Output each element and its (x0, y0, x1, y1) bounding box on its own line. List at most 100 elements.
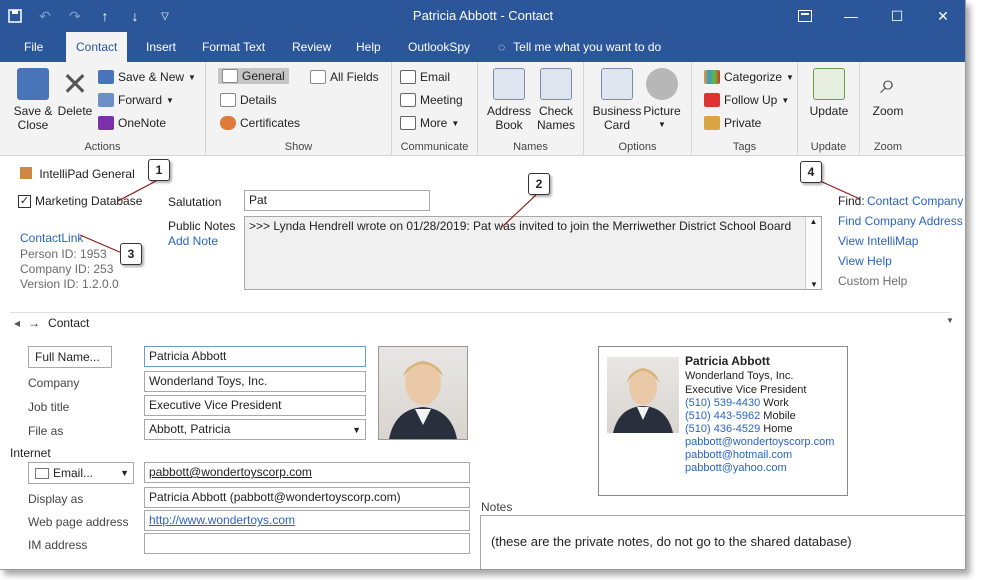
delete-button[interactable]: ✕ Delete (56, 68, 94, 118)
more-button[interactable]: More ▼ (400, 116, 459, 130)
general-button[interactable]: General (218, 68, 289, 84)
save-new-button[interactable]: Save & New ▼ (98, 70, 196, 84)
card-email-2[interactable]: pabbott@hotmail.com (685, 449, 792, 461)
update-icon (813, 68, 845, 100)
business-card-preview[interactable]: Patricia Abbott Wonderland Toys, Inc. Ex… (598, 346, 848, 496)
ribbon-display-icon[interactable] (782, 0, 828, 32)
address-book-button[interactable]: Address Book (486, 68, 532, 132)
tab-help[interactable]: Help (346, 32, 391, 62)
card-email-3[interactable]: pabbott@yahoo.com (685, 462, 787, 474)
file-as-select[interactable]: Abbott, Patricia ▼ (144, 419, 366, 440)
company-input[interactable]: Wonderland Toys, Inc. (144, 371, 366, 392)
internet-label: Internet (10, 446, 51, 460)
follow-up-button[interactable]: Follow Up ▼ (704, 93, 789, 107)
card-email-1[interactable]: pabbott@wondertoyscorp.com (685, 436, 834, 448)
tab-contact[interactable]: Contact (66, 32, 128, 62)
save-close-button[interactable]: Save & Close (8, 68, 58, 132)
group-update: Update Update (798, 62, 860, 156)
all-fields-button[interactable]: All Fields (310, 70, 379, 84)
find-company-address-link[interactable]: Find Company Address (838, 214, 963, 228)
custom-help-link[interactable]: Custom Help (838, 274, 907, 288)
tab-outlookspy[interactable]: OutlookSpy (398, 32, 480, 62)
chevron-down-icon: ▼ (658, 120, 666, 129)
add-note-link[interactable]: Add Note (168, 234, 218, 248)
public-notes-label: Public Notes (168, 219, 236, 233)
group-actions: Save & Close ✕ Delete Save & New ▼ Forwa… (0, 62, 206, 156)
tab-insert[interactable]: Insert (136, 32, 186, 62)
business-card-button[interactable]: Business Card (590, 68, 644, 132)
display-as-input[interactable]: Patricia Abbott (pabbott@wondertoyscorp.… (144, 487, 470, 508)
address-book-icon (493, 68, 525, 100)
job-title-input[interactable]: Executive Vice President (144, 395, 366, 416)
zoom-button[interactable]: ⌕ Zoom (866, 68, 910, 118)
salutation-label: Salutation (168, 195, 222, 209)
lightbulb-icon: ◌ (498, 40, 506, 54)
group-label-options: Options (618, 141, 657, 153)
card-phone-work: (510) 539-4430 Work (685, 397, 789, 409)
card-icon (35, 467, 49, 479)
certificates-button[interactable]: Certificates (220, 116, 300, 130)
person-photo-icon (613, 368, 673, 433)
group-label-tags: Tags (732, 141, 757, 153)
email-input[interactable]: pabbott@wondertoyscorp.com (144, 462, 470, 483)
salutation-input[interactable]: Pat (244, 190, 430, 211)
private-button[interactable]: Private (704, 116, 761, 130)
scroll-up-icon[interactable]: ▲ (806, 217, 821, 226)
marketing-db-checkbox[interactable]: ✓ Marketing Database (18, 194, 142, 208)
group-label-show: Show (284, 141, 313, 153)
contactlink-link[interactable]: ContactLink (20, 231, 83, 245)
maximize-icon[interactable]: ☐ (874, 0, 920, 32)
forward-button[interactable]: Forward ▼ (98, 93, 174, 107)
tab-file[interactable]: File (14, 32, 53, 62)
picture-button[interactable]: Picture ▼ (642, 68, 682, 132)
find-company-link[interactable]: Company (912, 194, 963, 208)
forward-arrow-icon[interactable]: → (28, 316, 40, 330)
minimize-icon[interactable]: — (828, 0, 874, 32)
callout-1: 1 (148, 159, 170, 181)
view-help-link[interactable]: View Help (838, 254, 892, 268)
im-address-label: IM address (28, 538, 88, 552)
contact-section-header: ◂ → Contact (14, 316, 90, 330)
collapse-icon[interactable]: ▼ (946, 316, 954, 325)
categorize-button[interactable]: Categorize ▼ (704, 70, 794, 84)
contact-photo[interactable] (378, 346, 468, 440)
public-notes-textarea[interactable]: >>> Lynda Hendrell wrote on 01/28/2019: … (244, 216, 822, 290)
chevron-down-icon: ▼ (781, 95, 790, 105)
scroll-down-icon[interactable]: ▼ (806, 280, 822, 289)
find-contact-link[interactable]: Contact (867, 194, 908, 208)
onenote-button[interactable]: OneNote (98, 116, 166, 130)
full-name-input[interactable]: Patricia Abbott (144, 346, 366, 367)
meeting-button[interactable]: Meeting (400, 93, 463, 107)
group-label-actions: Actions (84, 141, 121, 153)
full-name-button[interactable]: Full Name... (28, 346, 112, 368)
details-icon (220, 93, 236, 107)
group-label-names: Names (513, 141, 548, 153)
notes-textarea[interactable]: (these are the private notes, do not go … (480, 515, 965, 569)
tab-review[interactable]: Review (282, 32, 341, 62)
tab-format-text[interactable]: Format Text (192, 32, 275, 62)
card-title: Executive Vice President (685, 384, 807, 396)
version-id: Version ID: 1.2.0.0 (20, 277, 119, 291)
delete-icon: ✕ (61, 66, 89, 102)
im-address-input[interactable] (144, 533, 470, 554)
save-close-icon (17, 68, 49, 100)
group-tags: Categorize ▼ Follow Up ▼ Private Tags (692, 62, 798, 156)
email-dropdown-button[interactable]: Email... ▼ (28, 462, 134, 484)
check-names-button[interactable]: Check Names (534, 68, 578, 132)
tell-me-box[interactable]: ◌ Tell me what you want to do (498, 32, 661, 62)
callout-2: 2 (528, 173, 550, 195)
categorize-icon (704, 70, 720, 84)
chevron-down-icon: ▼ (188, 72, 196, 82)
magnifier-icon: ⌕ (880, 68, 896, 99)
card-phone-mobile: (510) 443-5962 Mobile (685, 410, 796, 422)
update-button[interactable]: Update (806, 68, 852, 118)
close-icon[interactable]: ✕ (920, 0, 965, 32)
email-button[interactable]: Email (400, 70, 450, 84)
view-intellimap-link[interactable]: View IntelliMap (838, 234, 918, 248)
certificate-icon (220, 116, 236, 130)
web-page-link[interactable]: http://www.wondertoys.com (149, 513, 295, 527)
scrollbar[interactable]: ▲ ▼ (805, 217, 821, 289)
details-button[interactable]: Details (220, 93, 277, 107)
web-page-input[interactable]: http://www.wondertoys.com (144, 510, 470, 531)
back-arrow-icon[interactable]: ◂ (14, 316, 20, 330)
